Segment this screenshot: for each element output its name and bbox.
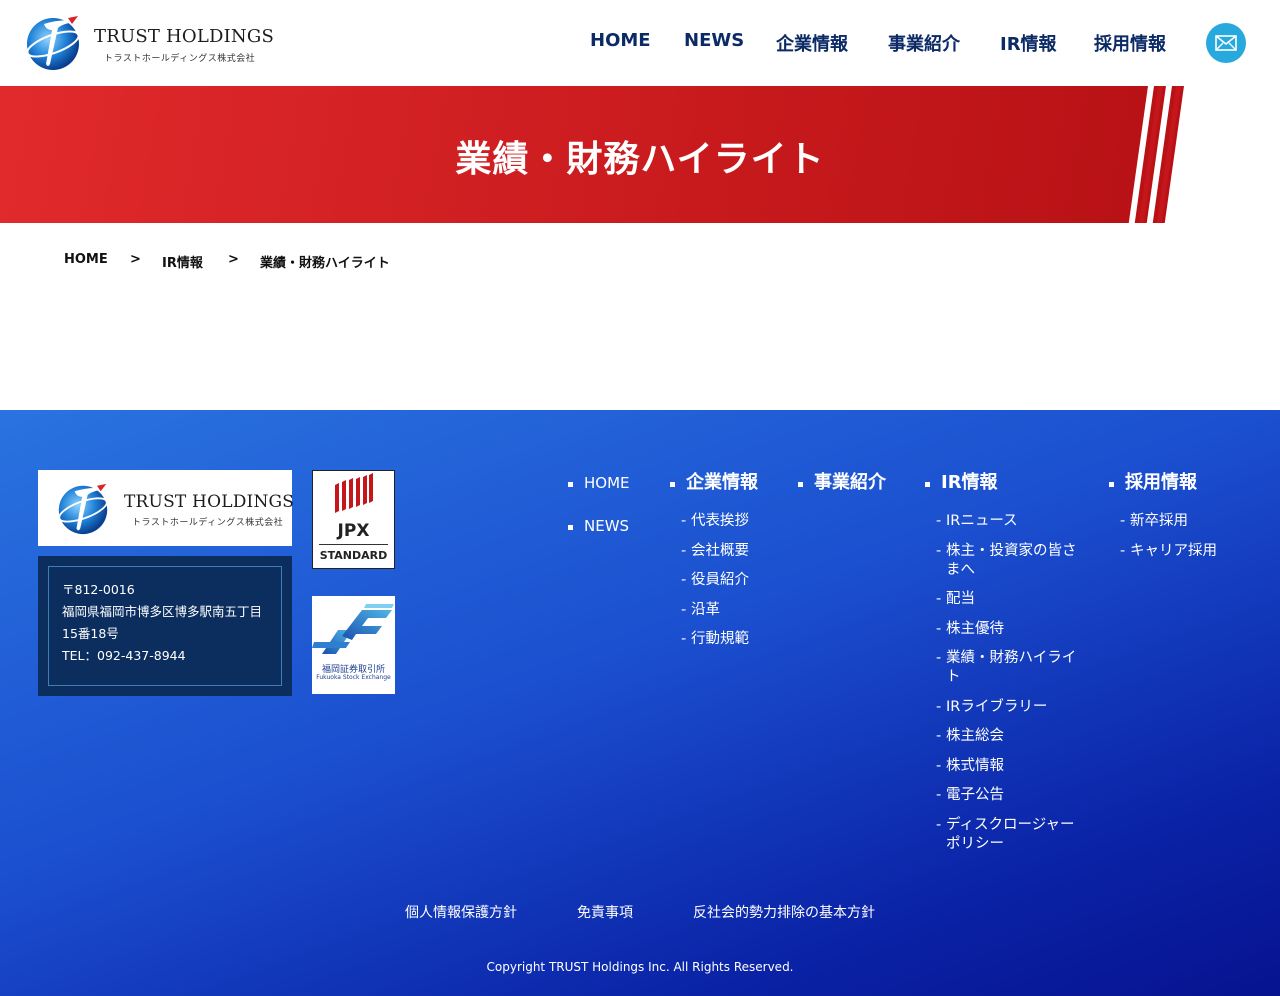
nav-business[interactable]: 事業紹介 (888, 30, 960, 56)
postal-code: 〒812-0016 (62, 582, 135, 597)
footer-logo[interactable]: TRUST HOLDINGS トラストホールディングス株式会社 (38, 470, 295, 546)
footer-address-box: 〒812-0016 福岡県福岡市博多区博多駅南五丁目 15番18号 TEL：09… (38, 556, 292, 696)
logo-text: TRUST HOLDINGS (94, 26, 274, 47)
nav-recruit[interactable]: 採用情報 (1094, 30, 1166, 56)
footer-logo-subtext: トラストホールディングス株式会社 (132, 518, 284, 528)
footer-logo-text: TRUST HOLDINGS (124, 492, 295, 512)
footer-nav-col-company: 企業情報 代表挨拶 会社概要 役員紹介 沿革 行動規範 (670, 470, 758, 649)
jpx-logo-icon (335, 473, 373, 513)
footer-link-shareholders-meeting[interactable]: 株主総会 (936, 727, 1085, 746)
footer-nav-news[interactable]: NEWS (568, 513, 630, 539)
footer-link-ir-news[interactable]: IRニュース (936, 512, 1085, 531)
nav-ir[interactable]: IR情報 (1000, 30, 1057, 56)
page-title: 業績・財務ハイライト (455, 139, 825, 180)
address-line-2: 15番18号 (62, 626, 119, 641)
footer-link-dividend[interactable]: 配当 (936, 590, 1085, 609)
footer-link-new-graduate[interactable]: 新卒採用 (1120, 512, 1217, 531)
footer-policy-links: 個人情報保護方針 免責事項 反社会的勢力排除の基本方針 (0, 902, 1280, 922)
footer-nav-business[interactable]: 事業紹介 (798, 470, 886, 496)
footer-link-greeting[interactable]: 代表挨拶 (681, 512, 758, 531)
antisocial-policy-link[interactable]: 反社会的勢力排除の基本方針 (693, 902, 875, 922)
footer-link-company-profile[interactable]: 会社概要 (681, 542, 758, 561)
breadcrumb-current: 業績・財務ハイライト (260, 256, 390, 271)
telephone: TEL：092-437-8944 (62, 648, 186, 663)
site-footer: TRUST HOLDINGS トラストホールディングス株式会社 〒812-001… (0, 410, 1280, 996)
footer-link-code-of-conduct[interactable]: 行動規範 (681, 630, 758, 649)
footer-link-ir-library[interactable]: IRライブラリー (936, 698, 1085, 717)
trust-logo-mark-icon (58, 483, 108, 535)
address-line-1: 福岡県福岡市博多区博多駅南五丁目 (62, 604, 263, 619)
footer-nav-home[interactable]: HOME (568, 470, 630, 496)
page-hero: 業績・財務ハイライト (0, 86, 1280, 223)
footer-link-for-investors[interactable]: 株主・投資家の皆さまへ (936, 542, 1085, 580)
footer-link-disclosure-policy[interactable]: ディスクロージャーポリシー (936, 816, 1085, 854)
fukuoka-stock-exchange-badge[interactable]: 福岡証券取引所 Fukuoka Stock Exchange (312, 596, 395, 694)
disclaimer-link[interactable]: 免責事項 (577, 902, 633, 922)
jpx-standard-badge[interactable]: JPX STANDARD (312, 470, 395, 569)
footer-link-history[interactable]: 沿革 (681, 601, 758, 620)
footer-nav-col-recruit: 採用情報 新卒採用 キャリア採用 (1109, 470, 1217, 561)
nav-news[interactable]: NEWS (684, 30, 744, 51)
jpx-divider (319, 544, 388, 545)
footer-nav-company[interactable]: 企業情報 (670, 470, 758, 496)
footer-link-benefits[interactable]: 株主優待 (936, 620, 1085, 639)
footer-link-stock-info[interactable]: 株式情報 (936, 757, 1085, 776)
footer-nav-recruit[interactable]: 採用情報 (1109, 470, 1217, 496)
breadcrumb-home[interactable]: HOME (64, 252, 108, 267)
footer-link-highlights[interactable]: 業績・財務ハイライト (936, 649, 1085, 687)
footer-nav-col-ir: IR情報 IRニュース 株主・投資家の皆さまへ 配当 株主優待 業績・財務ハイラ… (925, 470, 1085, 854)
nav-company[interactable]: 企業情報 (776, 30, 848, 56)
footer-link-public-notice[interactable]: 電子公告 (936, 786, 1085, 805)
fse-logo-icon (312, 604, 394, 654)
breadcrumb-separator: > (228, 252, 239, 267)
mail-icon (1215, 35, 1237, 51)
footer-nav-ir[interactable]: IR情報 (925, 470, 1085, 496)
site-header: TRUST HOLDINGS トラストホールディングス株式会社 HOME NEW… (0, 0, 1280, 86)
contact-mail-button[interactable] (1206, 23, 1246, 63)
jpx-market: STANDARD (319, 549, 388, 562)
trust-logo-mark-icon (26, 16, 80, 70)
fse-label-en: Fukuoka Stock Exchange (316, 674, 391, 681)
footer-nav-col-business: 事業紹介 (798, 470, 886, 496)
breadcrumb-ir[interactable]: IR情報 (162, 252, 203, 271)
copyright: Copyright TRUST Holdings Inc. All Rights… (486, 960, 794, 974)
footer-link-career[interactable]: キャリア採用 (1120, 542, 1217, 561)
logo-subtext: トラストホールディングス株式会社 (104, 54, 256, 64)
footer-nav-col-main: HOME NEWS (568, 470, 630, 539)
site-logo[interactable]: TRUST HOLDINGS トラストホールディングス株式会社 (24, 14, 274, 72)
privacy-policy-link[interactable]: 個人情報保護方針 (405, 902, 517, 922)
nav-home[interactable]: HOME (590, 30, 651, 51)
footer-link-officers[interactable]: 役員紹介 (681, 571, 758, 590)
jpx-label: JPX (337, 521, 370, 541)
breadcrumb-separator: > (130, 252, 141, 267)
